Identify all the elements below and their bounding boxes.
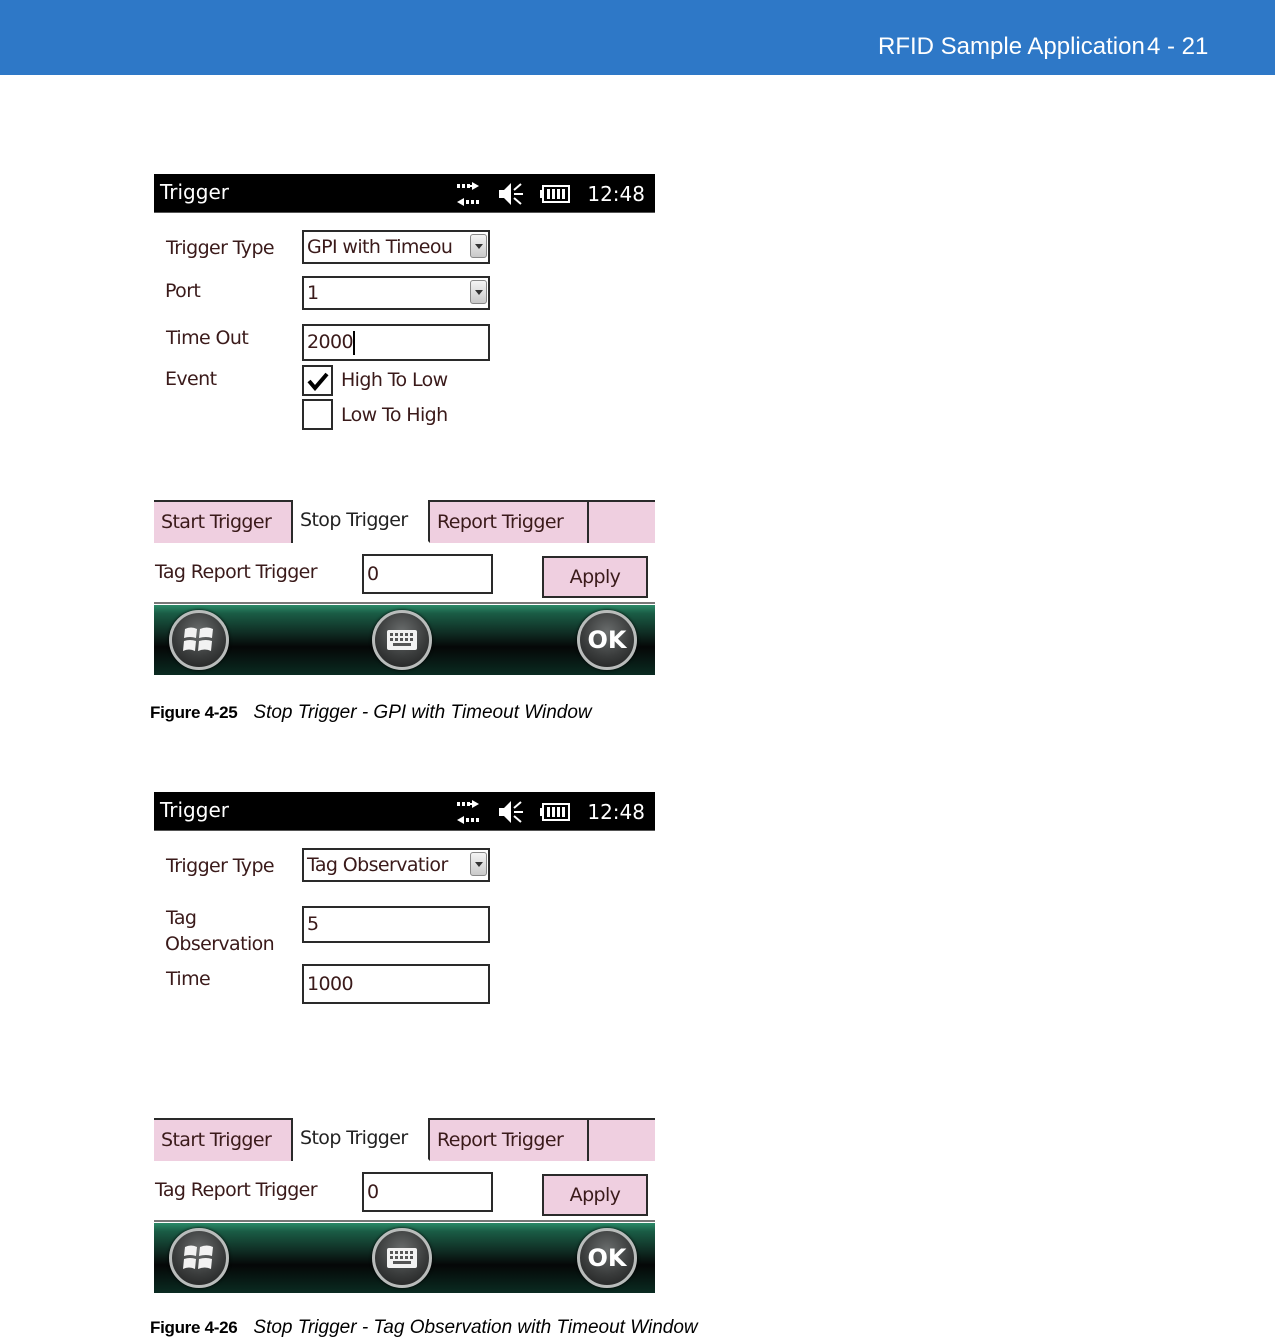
tab-strip-filler <box>589 500 655 543</box>
start-button[interactable] <box>169 1228 229 1288</box>
trigger-type-label: Trigger Type <box>166 237 275 259</box>
ok-label: OK <box>587 1244 627 1272</box>
trigger-tabs: Start Trigger Stop Trigger Report Trigge… <box>154 500 655 543</box>
text-caret <box>352 330 355 355</box>
figure-caption: Figure 4-25 Stop Trigger - GPI with Timeo… <box>150 702 592 724</box>
taskbar: OK <box>154 605 655 675</box>
tab-report-trigger[interactable]: Report Trigger <box>430 500 589 543</box>
screenshot-gpi-timeout: Trigger 12:48 Trigger Type GPI with Time… <box>154 174 655 675</box>
tag-observation-label-line2: Observation <box>165 933 275 955</box>
connectivity-icon[interactable] <box>451 181 485 207</box>
divider <box>154 602 655 604</box>
keyboard-button[interactable] <box>372 610 432 670</box>
connectivity-icon[interactable] <box>451 799 485 825</box>
taskbar: OK <box>154 1223 655 1293</box>
speaker-muted-icon[interactable] <box>497 180 527 208</box>
tab-stop-trigger[interactable]: Stop Trigger <box>293 1118 430 1161</box>
time-label: Time <box>166 968 211 990</box>
battery-icon[interactable] <box>539 802 571 822</box>
start-button[interactable] <box>169 610 229 670</box>
event-label: Event <box>165 368 217 390</box>
screenshot-tag-observation-timeout: Trigger 12:48 Trigger Type Tag Observati… <box>154 792 655 1293</box>
tab-report-trigger[interactable]: Report Trigger <box>430 1118 589 1161</box>
port-dropdown[interactable]: 1 <box>302 276 490 310</box>
port-label: Port <box>165 280 201 302</box>
timeout-value: 2000 <box>307 331 354 353</box>
time-input[interactable]: 1000 <box>302 964 490 1004</box>
tab-start-trigger[interactable]: Start Trigger <box>154 500 293 543</box>
tag-report-trigger-value: 0 <box>367 563 379 585</box>
speaker-muted-icon[interactable] <box>497 798 527 826</box>
title-bar: Trigger 12:48 <box>154 174 655 213</box>
tag-report-trigger-input[interactable]: 0 <box>362 1172 493 1212</box>
chevron-down-icon[interactable] <box>470 234 487 258</box>
trigger-tabs: Start Trigger Stop Trigger Report Trigge… <box>154 1118 655 1161</box>
trigger-type-dropdown[interactable]: GPI with Timeou <box>302 230 490 264</box>
chevron-down-icon[interactable] <box>470 280 487 304</box>
figure-number: Figure 4-25 <box>150 703 238 722</box>
checkmark-icon <box>307 372 329 391</box>
tag-report-trigger-value: 0 <box>367 1181 379 1203</box>
app-title: Trigger <box>160 180 229 204</box>
keyboard-button[interactable] <box>372 1228 432 1288</box>
trigger-type-label: Trigger Type <box>166 855 275 877</box>
page-number: 4 - 21 <box>1147 33 1209 60</box>
trigger-type-value: Tag Observatior <box>307 854 448 876</box>
tag-observation-input[interactable]: 5 <box>302 906 490 943</box>
tab-start-trigger[interactable]: Start Trigger <box>154 1118 293 1161</box>
apply-button[interactable]: Apply <box>542 1174 648 1216</box>
tab-stop-trigger[interactable]: Stop Trigger <box>293 500 430 543</box>
apply-button[interactable]: Apply <box>542 556 648 598</box>
tag-report-trigger-label: Tag Report Trigger <box>155 561 318 583</box>
high-to-low-label[interactable]: High To Low <box>341 367 448 393</box>
clock: 12:48 <box>587 181 645 206</box>
timeout-input[interactable]: 2000 <box>302 324 490 361</box>
tag-observation-value: 5 <box>307 913 319 935</box>
ok-button[interactable]: OK <box>577 610 637 670</box>
timeout-label: Time Out <box>166 327 249 349</box>
figure-number: Figure 4-26 <box>150 1318 238 1337</box>
time-value: 1000 <box>307 973 354 995</box>
tag-report-trigger-input[interactable]: 0 <box>362 554 493 594</box>
ok-button[interactable]: OK <box>577 1228 637 1288</box>
tab-strip-filler <box>589 1118 655 1161</box>
chapter-title: RFID Sample Application <box>878 33 1145 60</box>
figure-caption: Figure 4-26 Stop Trigger - Tag Observatio… <box>150 1317 698 1339</box>
clock: 12:48 <box>587 799 645 824</box>
ok-label: OK <box>587 626 627 654</box>
app-title: Trigger <box>160 798 229 822</box>
trigger-type-dropdown[interactable]: Tag Observatior <box>302 848 490 882</box>
windows-start-icon <box>183 627 213 651</box>
title-bar: Trigger 12:48 <box>154 792 655 831</box>
figure-title: Stop Trigger - GPI with Timeout Window <box>253 702 592 723</box>
chevron-down-icon[interactable] <box>470 852 487 876</box>
low-to-high-checkbox[interactable] <box>302 399 333 430</box>
port-value: 1 <box>307 282 319 304</box>
windows-start-icon <box>183 1245 213 1269</box>
page-header: RFID Sample Application 4 - 21 <box>0 0 1275 75</box>
figure-title: Stop Trigger - Tag Observation with Time… <box>253 1317 698 1338</box>
tag-report-trigger-label: Tag Report Trigger <box>155 1179 318 1201</box>
low-to-high-label[interactable]: Low To High <box>341 402 448 428</box>
high-to-low-checkbox[interactable] <box>302 365 333 396</box>
divider <box>154 1220 655 1222</box>
tag-observation-label-line1: Tag <box>166 907 197 929</box>
keyboard-icon <box>387 1248 417 1268</box>
keyboard-icon <box>387 630 417 650</box>
trigger-type-value: GPI with Timeou <box>307 236 453 258</box>
battery-icon[interactable] <box>539 184 571 204</box>
